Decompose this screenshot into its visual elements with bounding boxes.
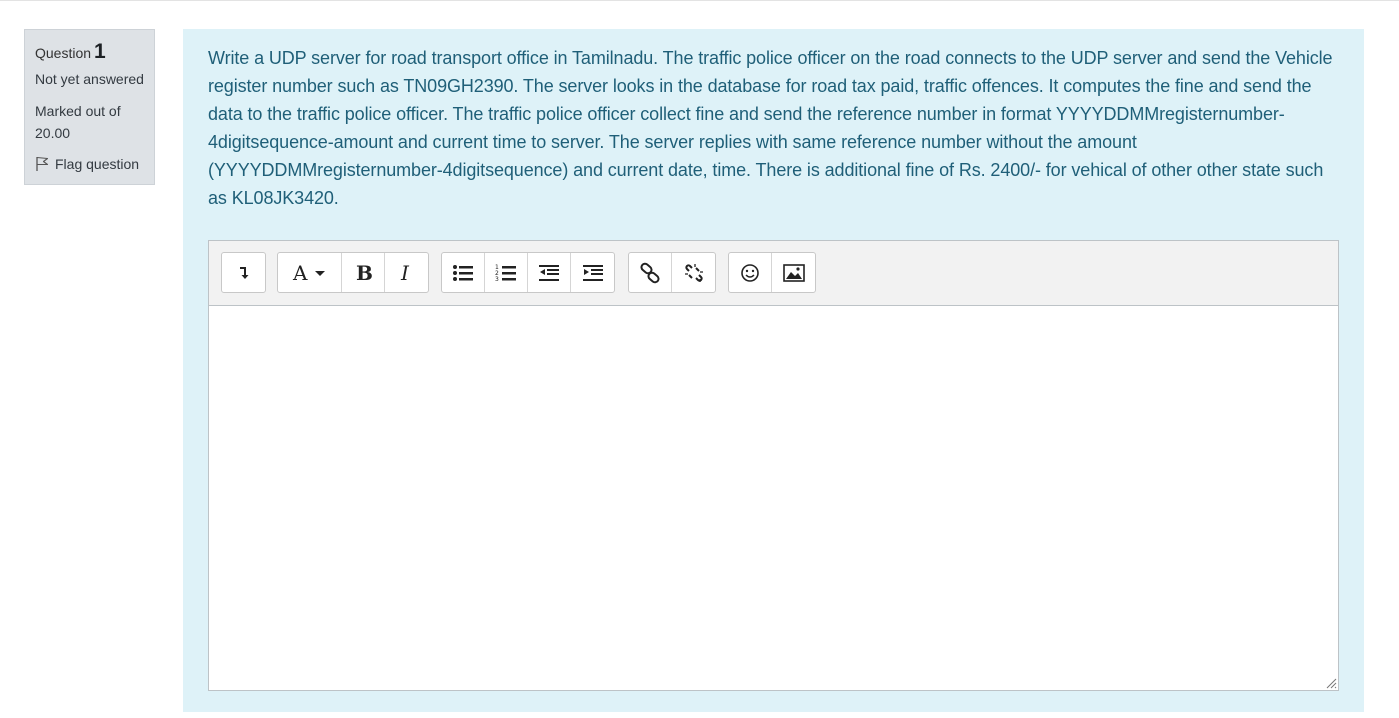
svg-text:A: A xyxy=(292,262,308,284)
image-icon xyxy=(782,263,805,282)
outdent-button[interactable] xyxy=(528,253,571,292)
quiz-page: Question 1 Not yet answered Marked out of… xyxy=(0,0,1399,718)
ordered-list-button[interactable]: 1 2 3 xyxy=(485,253,528,292)
font-style-icon: A xyxy=(292,262,325,284)
show-more-buttons[interactable] xyxy=(222,253,265,292)
outdent-icon xyxy=(539,264,559,281)
question-content: Write a UDP server for road transport of… xyxy=(183,29,1364,712)
unlink-button[interactable] xyxy=(672,253,715,292)
flag-question-button[interactable]: Flag question xyxy=(35,154,144,174)
question-info-panel: Question 1 Not yet answered Marked out of… xyxy=(24,29,155,185)
indent-icon xyxy=(582,264,603,281)
ordered-list-icon: 1 2 3 xyxy=(495,264,516,283)
indent-button[interactable] xyxy=(571,253,614,292)
unlink-icon xyxy=(684,263,703,282)
link-button[interactable] xyxy=(629,253,672,292)
toolbar-group-style: A B I xyxy=(277,252,429,293)
toolbar-group-list: 1 2 3 xyxy=(441,252,615,293)
flag-question-label: Flag question xyxy=(55,156,140,172)
question-number: Question 1 xyxy=(35,39,144,66)
resize-handle-icon[interactable] xyxy=(1325,677,1337,689)
font-style-button[interactable]: A xyxy=(278,253,342,292)
bold-button[interactable]: B xyxy=(342,253,385,292)
show-more-buttons-icon xyxy=(239,266,248,279)
question-text: Write a UDP server for road transport of… xyxy=(208,48,1333,208)
link-icon xyxy=(640,262,660,283)
toolbar-group-more xyxy=(221,252,266,293)
emoticon-button[interactable] xyxy=(729,253,772,292)
flag-icon xyxy=(36,156,49,171)
question-state: Not yet answered xyxy=(35,71,144,87)
answer-text-area[interactable] xyxy=(209,305,1338,690)
question-grade: Marked out of 20.00 xyxy=(35,103,121,141)
svg-text:3: 3 xyxy=(495,276,499,283)
unordered-list-button[interactable] xyxy=(442,253,485,292)
svg-text:I: I xyxy=(400,262,410,284)
svg-text:B: B xyxy=(356,262,373,284)
answer-editor: A B I 1 2 3 xyxy=(208,240,1339,691)
italic-button[interactable]: I xyxy=(385,253,428,292)
toolbar-group-insert xyxy=(728,252,816,293)
bold-icon: B xyxy=(356,262,373,284)
question-number-value: 1 xyxy=(94,40,106,63)
question-label: Question xyxy=(35,45,92,61)
image-button[interactable] xyxy=(772,253,815,292)
emoticon-icon xyxy=(741,263,759,282)
editor-toolbar: A B I 1 2 3 xyxy=(209,241,1338,306)
unordered-list-icon xyxy=(453,264,473,281)
toolbar-group-links xyxy=(628,252,716,293)
italic-icon: I xyxy=(400,262,410,284)
